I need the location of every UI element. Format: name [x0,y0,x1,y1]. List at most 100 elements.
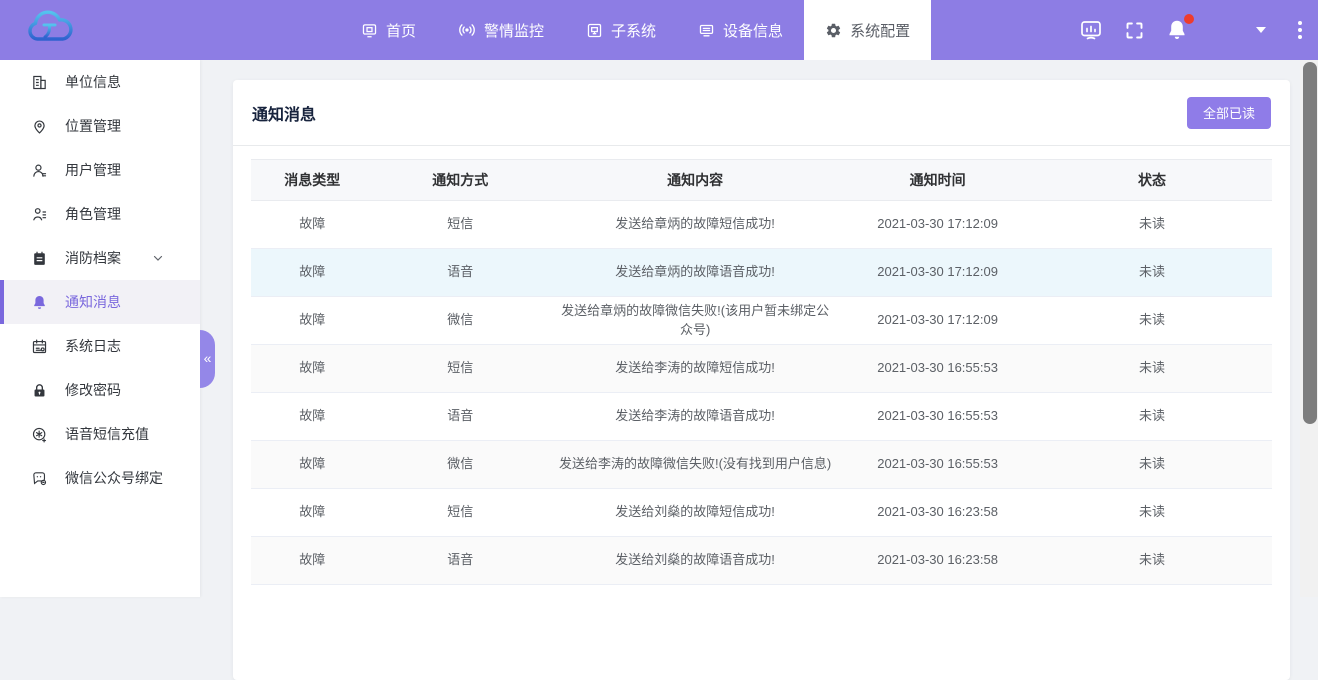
cell-content: 发送给刘燊的故障语音成功! [547,537,843,585]
cell-time: 2021-03-30 16:55:53 [843,345,1032,393]
nav-tab-home[interactable]: 首页 [340,0,437,60]
cell-type: 故障 [251,489,374,537]
cell-type: 故障 [251,345,374,393]
clipboard-icon [31,250,48,267]
cell-status: 未读 [1032,393,1272,441]
table-row[interactable]: 故障微信发送给李涛的故障微信失败!(没有找到用户信息)2021-03-30 16… [251,441,1272,489]
cell-type: 故障 [251,441,374,489]
cell-status: 未读 [1032,297,1272,345]
wechat-icon [31,470,48,487]
collapse-chevrons: « [204,350,212,366]
cell-status: 未读 [1032,345,1272,393]
sidebar-item-label: 微信公众号绑定 [65,468,163,488]
caret-down-icon[interactable] [1256,27,1266,33]
sidebar-item-voice-sms-recharge[interactable]: 语音短信充值 [0,412,200,456]
sidebar-item-notifications[interactable]: 通知消息 [0,280,200,324]
table-row[interactable]: 故障语音发送给章炳的故障语音成功!2021-03-30 17:12:09未读 [251,249,1272,297]
table-row[interactable]: 故障短信发送给刘燊的故障短信成功!2021-03-30 16:23:58未读 [251,489,1272,537]
sidebar-item-label: 用户管理 [65,160,121,180]
nav-tab-label: 警情监控 [484,20,544,41]
cell-time: 2021-03-30 16:23:58 [843,537,1032,585]
lock-icon [31,382,48,399]
gear-icon [825,22,842,39]
cell-type: 故障 [251,537,374,585]
sidebar-item-label: 消防档案 [65,248,121,268]
nav-tab-device-info[interactable]: 设备信息 [677,0,804,60]
sidebar: 单位信息 位置管理 用户管理 角色管理 [0,60,200,597]
dashboard-chart-icon[interactable] [1078,17,1104,43]
sidebar-item-change-password[interactable]: 修改密码 [0,368,200,412]
sidebar-item-unit-info[interactable]: 单位信息 [0,60,200,104]
table-body: 故障短信发送给章炳的故障短信成功!2021-03-30 17:12:09未读故障… [251,201,1272,585]
sidebar-item-location-mgmt[interactable]: 位置管理 [0,104,200,148]
page-scrollbar-track[interactable] [1300,60,1318,597]
nav-tab-subsystem[interactable]: 子系统 [565,0,677,60]
sidebar-item-fire-archive[interactable]: 消防档案 [0,236,200,280]
cell-content: 发送给刘燊的故障短信成功! [547,489,843,537]
nav-tab-alarm-monitor[interactable]: 警情监控 [437,0,565,60]
nav-tab-label: 系统配置 [850,20,910,41]
cell-status: 未读 [1032,201,1272,249]
kebab-menu-icon[interactable] [1296,19,1304,41]
card-header: 通知消息 全部已读 [233,80,1290,146]
sidebar-item-role-mgmt[interactable]: 角色管理 [0,192,200,236]
cell-status: 未读 [1032,489,1272,537]
notifications-table: 消息类型 通知方式 通知内容 通知时间 状态 故障短信发送给章炳的故障短信成功!… [251,159,1272,585]
table-row[interactable]: 故障短信发送给章炳的故障短信成功!2021-03-30 17:12:09未读 [251,201,1272,249]
sidebar-item-user-mgmt[interactable]: 用户管理 [0,148,200,192]
cell-status: 未读 [1032,441,1272,489]
sidebar-item-wechat-binding[interactable]: 微信公众号绑定 [0,456,200,500]
cell-content: 发送给章炳的故障语音成功! [547,249,843,297]
sidebar-item-label: 位置管理 [65,116,121,136]
cell-method: 微信 [374,297,548,345]
sidebar-item-label: 角色管理 [65,204,121,224]
cell-time: 2021-03-30 17:12:09 [843,201,1032,249]
nav-tab-system-config[interactable]: 系统配置 [804,0,931,60]
column-header-notify-method: 通知方式 [374,160,548,201]
sidebar-item-label: 修改密码 [65,380,121,400]
cell-method: 短信 [374,201,548,249]
mark-all-read-button[interactable]: 全部已读 [1187,97,1271,129]
card-body: 消息类型 通知方式 通知内容 通知时间 状态 故障短信发送给章炳的故障短信成功!… [233,146,1290,585]
sidebar-item-system-log[interactable]: 系统日志 [0,324,200,368]
table-row[interactable]: 故障语音发送给李涛的故障语音成功!2021-03-30 16:55:53未读 [251,393,1272,441]
sidebar-item-label: 语音短信充值 [65,424,149,444]
nav-tab-label: 子系统 [611,20,656,41]
nav-tab-label: 首页 [386,20,416,41]
table-row[interactable]: 故障微信发送给章炳的故障微信失败!(该用户暂未绑定公众号)2021-03-30 … [251,297,1272,345]
bell-icon[interactable] [1164,17,1190,43]
cell-type: 故障 [251,249,374,297]
top-navbar: 首页 警情监控 子系统 [0,0,1318,60]
cell-method: 语音 [374,537,548,585]
cell-method: 语音 [374,249,548,297]
cell-status: 未读 [1032,249,1272,297]
notifications-card: 通知消息 全部已读 消息类型 通知方式 通知内容 通知时间 状态 故障短信发送给… [233,80,1290,680]
cell-time: 2021-03-30 16:55:53 [843,393,1032,441]
log-calendar-icon [31,338,48,355]
cell-content: 发送给章炳的故障短信成功! [547,201,843,249]
cell-content: 发送给李涛的故障语音成功! [547,393,843,441]
chevron-down-icon [152,252,164,264]
column-header-notify-time: 通知时间 [843,160,1032,201]
cell-status: 未读 [1032,537,1272,585]
cell-type: 故障 [251,297,374,345]
broadcast-icon [458,21,476,39]
nav-tab-label: 设备信息 [723,20,783,41]
navbar-right-actions [1061,17,1304,43]
cell-type: 故障 [251,393,374,441]
cell-content: 发送给李涛的故障微信失败!(没有找到用户信息) [547,441,843,489]
column-header-message-type: 消息类型 [251,160,374,201]
cell-method: 微信 [374,441,548,489]
sidebar-item-label: 系统日志 [65,336,121,356]
sidebar-item-label: 单位信息 [65,72,121,92]
cell-time: 2021-03-30 17:12:09 [843,297,1032,345]
fullscreen-icon[interactable] [1121,17,1147,43]
sidebar-collapse-handle[interactable]: « [200,330,215,388]
building-icon [31,74,48,91]
column-header-notify-content: 通知内容 [547,160,843,201]
cell-type: 故障 [251,201,374,249]
cell-time: 2021-03-30 17:12:09 [843,249,1032,297]
table-row[interactable]: 故障短信发送给李涛的故障短信成功!2021-03-30 16:55:53未读 [251,345,1272,393]
table-row[interactable]: 故障语音发送给刘燊的故障语音成功!2021-03-30 16:23:58未读 [251,537,1272,585]
page-scrollbar-thumb[interactable] [1303,62,1317,424]
